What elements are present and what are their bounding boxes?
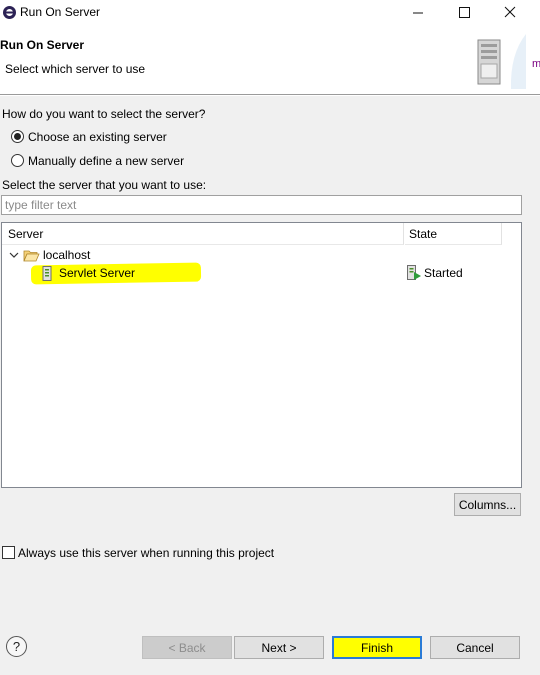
column-header-server[interactable]: Server	[2, 223, 404, 245]
back-button[interactable]: < Back	[142, 636, 232, 659]
close-button[interactable]	[487, 0, 533, 26]
existing-server-radio[interactable]	[11, 130, 24, 143]
open-folder-icon	[23, 249, 40, 265]
server-icon	[41, 266, 53, 284]
minimize-button[interactable]	[395, 0, 441, 26]
finish-button[interactable]: Finish	[332, 636, 422, 659]
manual-server-radio-label[interactable]: Manually define a new server	[28, 154, 184, 168]
maximize-button[interactable]	[441, 0, 487, 26]
column-header-state[interactable]: State	[405, 223, 502, 245]
host-tree-item[interactable]: localhost	[43, 248, 90, 262]
column-header-server-label: Server	[8, 227, 44, 241]
clipped-edge-text: m	[532, 58, 540, 70]
header-divider-highlight	[0, 95, 540, 96]
help-icon[interactable]: ?	[6, 636, 27, 657]
wizard-subtitle: Select which server to use	[5, 62, 146, 76]
always-use-checkbox[interactable]	[2, 546, 15, 559]
server-started-icon	[407, 265, 422, 284]
existing-server-radio-label[interactable]: Choose an existing server	[28, 130, 167, 144]
cancel-button[interactable]: Cancel	[430, 636, 520, 659]
filter-input[interactable]	[1, 195, 522, 215]
always-use-label[interactable]: Always use this server when running this…	[18, 546, 274, 560]
eclipse-icon	[2, 5, 17, 20]
chevron-down-icon[interactable]	[8, 249, 20, 264]
selection-question: How do you want to select the server?	[2, 107, 206, 121]
server-table[interactable]: Server State localhost Servlet Server St…	[1, 222, 522, 488]
title-bar: Run On Server	[0, 0, 540, 26]
wizard-header: Run On Server Select which server to use…	[0, 26, 540, 94]
radio-selected-dot	[14, 133, 21, 140]
server-tower-icon	[466, 34, 526, 92]
server-state-text: Started	[424, 266, 463, 280]
wizard-title: Run On Server	[0, 38, 85, 52]
column-header-state-label: State	[409, 227, 438, 241]
manual-server-radio[interactable]	[11, 154, 24, 167]
next-button[interactable]: Next >	[234, 636, 324, 659]
window-title: Run On Server	[20, 5, 101, 19]
columns-button[interactable]: Columns...	[454, 493, 521, 516]
server-list-label: Select the server that you want to use:	[2, 178, 207, 192]
server-tree-item[interactable]: Servlet Server	[59, 266, 135, 280]
